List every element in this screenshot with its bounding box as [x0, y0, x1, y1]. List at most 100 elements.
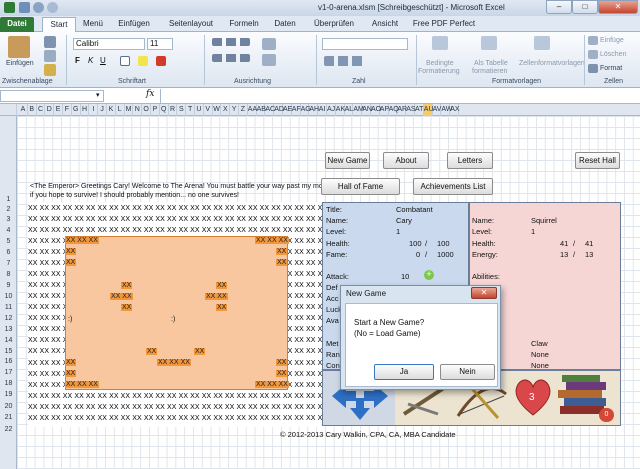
reset-hall-button[interactable]: Reset Hall [575, 152, 620, 169]
row-header[interactable]: 22 [0, 426, 17, 433]
column-header[interactable]: AL [345, 104, 354, 116]
tab-page-layout[interactable]: Seitenlayout [163, 17, 219, 32]
conditional-format-label-2[interactable]: Formatierung [418, 68, 460, 75]
row-header[interactable]: 2 [0, 206, 17, 213]
maximize-button[interactable]: □ [572, 0, 598, 14]
column-header[interactable]: AP [380, 104, 389, 116]
column-header[interactable]: AO [371, 104, 381, 116]
chevron-down-icon[interactable]: ▾ [96, 91, 100, 99]
column-header[interactable]: L [116, 104, 125, 116]
undo-icon[interactable] [33, 2, 44, 13]
row-header[interactable]: 18 [0, 380, 17, 387]
row-header[interactable]: 4 [0, 227, 17, 234]
hall-of-fame-button[interactable]: Hall of Fame [321, 178, 400, 195]
function-icon[interactable]: fx [146, 89, 154, 99]
row-header[interactable]: 3 [0, 216, 17, 223]
column-header[interactable]: AD [274, 104, 284, 116]
row-header[interactable]: 20 [0, 403, 17, 410]
insert-cells-icon[interactable] [588, 36, 598, 45]
column-header[interactable]: Q [160, 104, 169, 116]
conditional-format-label[interactable]: Bedingte [426, 60, 454, 67]
row-header[interactable]: 19 [0, 391, 17, 398]
column-header[interactable]: AH [309, 104, 319, 116]
row-header[interactable]: 8 [0, 271, 17, 278]
column-header[interactable]: Y [230, 104, 239, 116]
column-header[interactable]: E [54, 104, 63, 116]
column-header[interactable]: AU [423, 104, 434, 116]
conditional-format-icon[interactable] [432, 36, 448, 50]
font-color-icon[interactable] [156, 56, 166, 66]
column-header[interactable]: H [81, 104, 90, 116]
column-header[interactable]: AC [265, 104, 275, 116]
select-all-corner[interactable] [0, 104, 17, 116]
align-horizontal-icons[interactable] [212, 54, 250, 62]
row-header[interactable]: 17 [0, 369, 17, 376]
name-box[interactable] [0, 90, 104, 102]
column-header[interactable]: AB [257, 104, 266, 116]
row-header[interactable]: 14 [0, 337, 17, 344]
format-as-table-label-2[interactable]: formatieren [472, 68, 507, 75]
column-header[interactable]: B [28, 104, 37, 116]
column-header[interactable]: V [204, 104, 213, 116]
row-header[interactable]: 16 [0, 358, 17, 365]
dialog-no-button[interactable]: Nein [440, 364, 495, 380]
format-as-table-icon[interactable] [481, 36, 497, 50]
number-format-select[interactable] [322, 38, 408, 50]
tab-formulas[interactable]: Formeln [226, 17, 262, 32]
underline-icon[interactable]: U [100, 56, 106, 65]
column-header[interactable]: AS [406, 104, 416, 116]
row-header[interactable]: 9 [0, 282, 17, 289]
format-painter-icon[interactable] [44, 64, 56, 76]
column-header[interactable]: O [142, 104, 151, 116]
copy-icon[interactable] [44, 50, 56, 62]
row-header[interactable]: 15 [0, 348, 17, 355]
column-header[interactable]: AW [441, 104, 452, 116]
column-header[interactable]: AM [353, 104, 364, 116]
column-header[interactable]: X [221, 104, 231, 116]
tab-menu[interactable]: Menü [80, 17, 106, 32]
font-name-select[interactable]: Calibri [73, 38, 145, 50]
format-cells-icon[interactable] [588, 64, 598, 73]
dialog-yes-button[interactable]: Ja [374, 364, 434, 380]
column-header[interactable]: AE [283, 104, 292, 116]
save-icon[interactable] [19, 2, 30, 13]
dialog-close-button[interactable]: ✕ [471, 287, 497, 299]
column-header[interactable]: I [89, 104, 99, 116]
tab-view[interactable]: Ansicht [367, 17, 403, 32]
column-header[interactable]: F [63, 104, 72, 116]
column-header[interactable]: AF [292, 104, 301, 116]
column-header[interactable]: AA [248, 104, 257, 116]
borders-icon[interactable] [120, 56, 130, 66]
row-header[interactable]: 12 [0, 315, 17, 322]
row-header[interactable]: 7 [0, 260, 17, 267]
row-header[interactable]: 5 [0, 238, 17, 245]
number-format-icons[interactable] [324, 56, 364, 66]
format-cells-label[interactable]: Format [600, 65, 622, 72]
column-header[interactable]: W [213, 104, 222, 116]
column-header[interactable]: AK [336, 104, 345, 116]
cell-styles-label[interactable]: Zellenformatvorlagen [519, 60, 585, 67]
tab-data[interactable]: Daten [270, 17, 300, 32]
bold-icon[interactable]: F [75, 56, 80, 65]
column-header[interactable]: S [177, 104, 187, 116]
close-button[interactable]: ✕ [598, 0, 638, 14]
redo-icon[interactable] [47, 2, 58, 13]
delete-cells-icon[interactable] [588, 50, 598, 59]
column-header[interactable]: AI [318, 104, 327, 116]
delete-cells-label[interactable]: Löschen [600, 51, 626, 58]
column-header[interactable]: AQ [389, 104, 399, 116]
column-header[interactable]: AR [397, 104, 407, 116]
column-header[interactable]: K [107, 104, 116, 116]
row-header[interactable]: 21 [0, 414, 17, 421]
fill-color-icon[interactable] [138, 56, 148, 66]
column-header[interactable]: C [37, 104, 46, 116]
row-header[interactable]: 6 [0, 249, 17, 256]
tab-review[interactable]: Überprüfen [309, 17, 359, 32]
column-header[interactable]: P [151, 104, 160, 116]
column-header[interactable]: T [186, 104, 195, 116]
column-header[interactable]: N [133, 104, 143, 116]
cell-styles-icon[interactable] [534, 36, 550, 50]
letters-button[interactable]: Letters [447, 152, 493, 169]
column-header[interactable]: AJ [327, 104, 336, 116]
column-header[interactable]: G [72, 104, 81, 116]
